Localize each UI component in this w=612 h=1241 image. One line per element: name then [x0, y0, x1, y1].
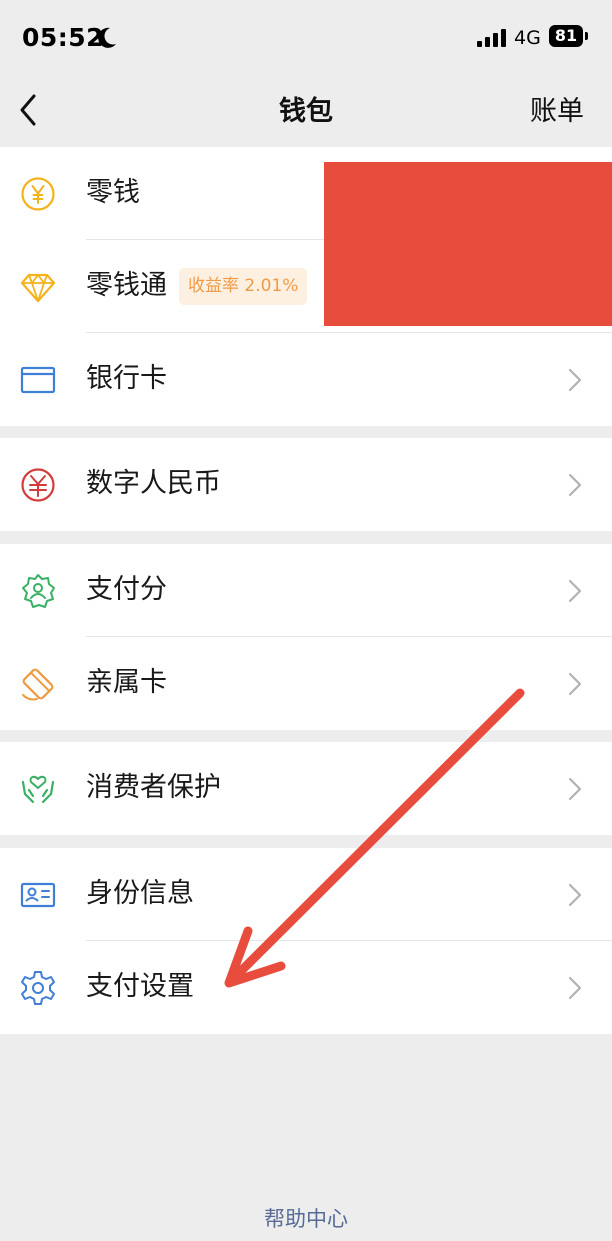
row-label: 支付设置 [86, 971, 194, 1002]
row-label: 亲属卡 [86, 667, 167, 698]
row-label: 支付分 [86, 574, 167, 605]
battery-cap [585, 32, 588, 40]
chevron-right-icon [568, 672, 582, 696]
bank-card-icon [20, 366, 56, 394]
chevron-right-icon [568, 883, 582, 907]
group-settings: 身份信息 支付设置 [0, 848, 612, 1034]
bill-button[interactable]: 账单 [530, 94, 584, 130]
gear-icon [21, 971, 55, 1005]
help-center-link[interactable]: 帮助中心 [0, 1204, 612, 1234]
family-card-icon [22, 668, 54, 701]
yuan-coin-icon [21, 177, 55, 211]
chevron-right-icon [568, 777, 582, 801]
status-bar: 05:52 4G 81 [0, 0, 612, 78]
diamond-icon [20, 273, 56, 303]
chevron-right-icon [568, 473, 582, 497]
row-family-card[interactable]: 亲属卡 [0, 637, 612, 730]
row-payment-settings[interactable]: 支付设置 [0, 941, 612, 1034]
cellular-signal-icon [477, 29, 506, 47]
group-digital-rmb: 数字人民币 [0, 438, 612, 531]
id-card-icon [20, 882, 56, 908]
row-label: 银行卡 [86, 363, 167, 394]
pay-score-icon [22, 574, 55, 608]
network-type: 4G [514, 27, 541, 49]
page-title: 钱包 [279, 96, 333, 127]
row-label: 消费者保护 [86, 772, 221, 803]
group-consumer-protection: 消费者保护 [0, 742, 612, 835]
redaction-box [324, 162, 612, 326]
battery-indicator: 81 [549, 25, 589, 49]
group-pay-score: 支付分 亲属卡 [0, 544, 612, 730]
chevron-right-icon [568, 976, 582, 1000]
row-consumer-protection[interactable]: 消费者保护 [0, 742, 612, 835]
status-time: 05:52 [22, 23, 105, 52]
nav-bar: 钱包 账单 [0, 78, 612, 146]
digital-rmb-icon [21, 468, 55, 502]
row-bank-card[interactable]: 银行卡 [0, 333, 612, 426]
row-pay-score[interactable]: 支付分 [0, 544, 612, 637]
row-digital-rmb[interactable]: 数字人民币 [0, 438, 612, 531]
row-identity-info[interactable]: 身份信息 [0, 848, 612, 941]
yield-badge: 收益率 2.01% [179, 268, 308, 305]
row-label: 零钱通 [86, 270, 167, 301]
chevron-right-icon [568, 368, 582, 392]
moon-icon [98, 27, 116, 48]
protection-hands-icon [21, 775, 55, 804]
battery-level: 81 [549, 25, 583, 47]
row-label: 身份信息 [86, 878, 194, 909]
chevron-right-icon [568, 579, 582, 603]
row-label: 零钱 [86, 177, 140, 208]
row-label: 数字人民币 [86, 468, 221, 499]
